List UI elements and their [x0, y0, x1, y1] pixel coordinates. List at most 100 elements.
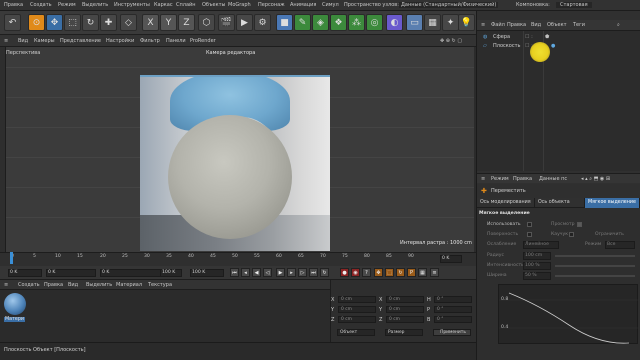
- material-menu-item[interactable]: Текстура: [148, 282, 172, 288]
- coordinate-system-icon[interactable]: ⬡: [198, 14, 215, 31]
- axis-z-button[interactable]: Z: [178, 14, 195, 31]
- next-frame-icon[interactable]: ▸: [287, 268, 296, 277]
- coord-field[interactable]: 0 cm: [338, 306, 376, 313]
- start-frame-field[interactable]: 0 K: [46, 269, 96, 277]
- falloff-dropdown[interactable]: Линейное: [523, 241, 559, 249]
- loop-icon[interactable]: ↻: [320, 268, 329, 277]
- play-icon[interactable]: ▶: [276, 268, 285, 277]
- width-field[interactable]: 50 %: [523, 272, 551, 280]
- radius-field[interactable]: 100 cm: [523, 252, 551, 260]
- camera-icon[interactable]: ▭: [406, 14, 423, 31]
- radius-slider[interactable]: [555, 255, 635, 257]
- cloner-icon[interactable]: ⁂: [348, 14, 365, 31]
- menu-item[interactable]: MoGraph: [228, 2, 251, 8]
- coord-field[interactable]: 0 °: [434, 316, 472, 323]
- mode-dropdown[interactable]: Все: [605, 241, 635, 249]
- axis-y-button[interactable]: Y: [160, 14, 177, 31]
- coord-field[interactable]: 0 °: [434, 306, 472, 313]
- coord-field[interactable]: 0 cm: [386, 306, 424, 313]
- deformer-icon[interactable]: ❖: [330, 14, 347, 31]
- coord-size-dropdown[interactable]: Размер: [385, 329, 423, 336]
- transform-tool-icon[interactable]: ✚: [100, 14, 117, 31]
- key-pla-icon[interactable]: ▦: [418, 268, 427, 277]
- search-icon[interactable]: ⌕: [617, 22, 620, 28]
- tag-icon[interactable]: ⬟: [545, 34, 549, 40]
- material-menu-item[interactable]: Выделить: [86, 282, 112, 288]
- material-menu-item[interactable]: Создать: [18, 282, 40, 288]
- back-icon[interactable]: ◂ ▴ ⌕ ⬒ ◉ ⊞: [581, 176, 610, 182]
- material-area[interactable]: [0, 290, 330, 342]
- object-menu-item[interactable]: Правка: [507, 22, 526, 28]
- object-tree[interactable]: ◍ Сфера ▱ Плоскость ☐ : ☐ : ⬟ ●: [477, 31, 640, 171]
- menu-item[interactable]: Объекты: [202, 2, 226, 8]
- object-row-plane[interactable]: Плоскость: [493, 43, 520, 49]
- surface-checkbox[interactable]: [527, 232, 532, 237]
- apply-button[interactable]: Применить: [433, 329, 471, 336]
- viewport-menu-handle[interactable]: ≡: [4, 38, 8, 44]
- field-icon[interactable]: ◎: [366, 14, 383, 31]
- coord-field[interactable]: 0 cm: [386, 316, 424, 323]
- layout-dropdown[interactable]: Стартовая: [556, 2, 592, 8]
- light-icon[interactable]: ✦: [442, 14, 459, 31]
- key-position-icon[interactable]: ✥: [374, 268, 383, 277]
- material-tag-icon[interactable]: ●: [551, 43, 555, 49]
- viewport[interactable]: [6, 47, 474, 252]
- material-name[interactable]: Матери: [4, 317, 25, 322]
- menu-item[interactable]: Режим: [58, 2, 76, 8]
- use-checkbox[interactable]: [527, 222, 532, 227]
- render-settings-icon[interactable]: ⚙: [254, 14, 271, 31]
- prev-key-icon[interactable]: ◂: [241, 268, 250, 277]
- material-menu-item[interactable]: Правка: [44, 282, 63, 288]
- coord-field[interactable]: 0 cm: [338, 316, 376, 323]
- viewport-menu-item[interactable]: ProRender: [190, 38, 216, 44]
- object-menu-item[interactable]: Объект: [547, 22, 567, 28]
- subdivision-icon[interactable]: ◈: [312, 14, 329, 31]
- attr-menu-item[interactable]: Режим: [491, 176, 509, 182]
- go-end-icon[interactable]: ⏭: [309, 268, 318, 277]
- viewport-menu-item[interactable]: Фильтр: [140, 38, 160, 44]
- bulb-icon[interactable]: 💡: [458, 14, 475, 31]
- menu-item[interactable]: Сплайн: [176, 2, 196, 8]
- menu-item[interactable]: Создать: [30, 2, 52, 8]
- menu-item[interactable]: Каркас: [154, 2, 173, 8]
- next-key-icon[interactable]: ▷: [298, 268, 307, 277]
- move-tool-icon[interactable]: ✥: [46, 14, 63, 31]
- cube-icon[interactable]: ■: [276, 14, 293, 31]
- render-view-icon[interactable]: 🎬: [218, 14, 235, 31]
- preview-checkbox[interactable]: [577, 222, 582, 227]
- attr-menu-item[interactable]: Данные пс: [539, 176, 567, 182]
- undo-icon[interactable]: ↶: [4, 14, 21, 31]
- rubber-checkbox[interactable]: [569, 232, 574, 237]
- keyframe-selection-icon[interactable]: ?: [362, 268, 371, 277]
- viewport-menu-item[interactable]: Настройки: [106, 38, 134, 44]
- viewport-menu-item[interactable]: Камеры: [34, 38, 55, 44]
- coord-field[interactable]: 0 cm: [386, 296, 424, 303]
- material-menu-item[interactable]: Вид: [68, 282, 78, 288]
- viewport-nav-icon[interactable]: ✥ ⊕ ↻ ▢: [440, 38, 462, 44]
- menu-item[interactable]: Персонаж: [258, 2, 285, 8]
- frame-field[interactable]: 0 K: [8, 269, 42, 277]
- falloff-graph[interactable]: 0.8 0.4: [498, 284, 639, 344]
- coord-field[interactable]: 0 cm: [338, 296, 376, 303]
- end-frame-field[interactable]: 100 K: [160, 269, 182, 277]
- coord-field[interactable]: 0 °: [434, 296, 472, 303]
- key-scale-icon[interactable]: ⬚: [385, 268, 394, 277]
- strength-field[interactable]: 100 %: [523, 262, 551, 270]
- menu-item[interactable]: Анимация: [290, 2, 316, 8]
- viewport-menu-item[interactable]: Панели: [166, 38, 186, 44]
- environment-icon[interactable]: ◐: [386, 14, 403, 31]
- viewport-menu-item[interactable]: Представление: [60, 38, 101, 44]
- material-menu-item[interactable]: Материал: [116, 282, 142, 288]
- pen-icon[interactable]: ✎: [294, 14, 311, 31]
- menu-item[interactable]: Инструменты: [114, 2, 150, 8]
- select-tool-icon[interactable]: ⊙: [28, 14, 45, 31]
- tab-object-axis[interactable]: Ось объекта: [535, 198, 585, 208]
- object-menu-item[interactable]: Теги: [573, 22, 585, 28]
- play-back-icon[interactable]: ◁: [263, 268, 272, 277]
- timeline-menu-icon[interactable]: ≡: [430, 268, 439, 277]
- material-menu-handle[interactable]: ≡: [4, 282, 8, 288]
- max-frame-field[interactable]: 100 K: [190, 269, 224, 277]
- prev-frame-icon[interactable]: ◀: [252, 268, 261, 277]
- object-menu-item[interactable]: Файл: [491, 22, 505, 28]
- menu-item[interactable]: Выделить: [82, 2, 108, 8]
